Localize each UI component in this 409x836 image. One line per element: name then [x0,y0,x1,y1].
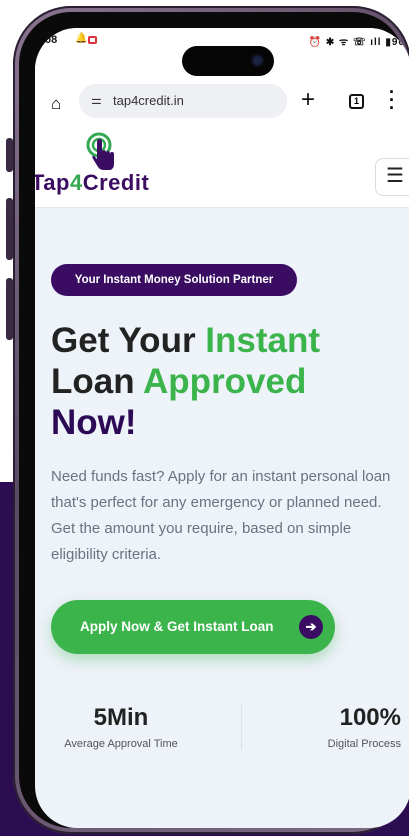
screen-record-icon [88,36,97,44]
site-header: Tap4Credit ☰ [35,128,409,208]
home-icon[interactable]: ⌂ [51,94,61,114]
site-settings-icon[interactable]: ⚌ [91,93,102,107]
tagline-badge: Your Instant Money Solution Partner [51,264,297,296]
camera-icon [253,56,262,65]
site-logo[interactable]: Tap4Credit [35,170,149,196]
phone-frame: 08 🔔 ⏰ ✱ ᯤ ☏ ıll ▮96 ⌂ ⚌ tap4credit.in +… [13,6,409,834]
hero-description: Need funds fast? Apply for an instant pe… [51,468,391,563]
dynamic-island [182,46,274,76]
stat-value: 5Min [93,704,149,731]
stat-digital-process: 100% Digital Process [281,704,401,750]
more-menu-icon[interactable]: · · · [389,83,395,117]
stat-value: 100% [339,704,401,731]
headline-highlight: Instant [205,321,321,360]
stat-caption: Digital Process [327,738,401,750]
hamburger-icon: ☰ [386,165,404,187]
headline-text: Get Your [51,321,206,360]
headline-text-now: Now! [51,403,137,442]
bell-icon: 🔔 [75,33,88,44]
logo-text-tap: Tap [35,170,70,195]
hamburger-menu-button[interactable]: ☰ [375,158,409,196]
phone-volume-down-button [6,278,13,340]
status-time: 08 [45,34,58,46]
stat-divider [241,704,242,750]
apply-now-label: Apply Now & Get Instant Loan [80,619,274,634]
phone-action-button [6,138,13,172]
headline-highlight: Approved [143,362,307,401]
phone-volume-up-button [6,198,13,260]
logo-text-credit: Credit [82,170,150,195]
address-bar[interactable]: ⚌ tap4credit.in [79,84,287,118]
hero-headline: Get Your Instant Loan Approved Now! [51,320,401,443]
status-icons: ⏰ ✱ ᯤ ☏ ıll ▮96 [308,37,405,48]
phone-screen: 08 🔔 ⏰ ✱ ᯤ ☏ ıll ▮96 ⌂ ⚌ tap4credit.in +… [35,28,409,828]
stat-approval-time: 5Min Average Approval Time [51,704,191,750]
logo-text-4: 4 [69,170,83,195]
browser-toolbar: ⌂ ⚌ tap4credit.in + 1 · · · [35,72,409,128]
url-text: tap4credit.in [113,93,184,108]
tab-switcher-button[interactable]: 1 [349,94,364,109]
headline-text: Loan [51,362,144,401]
arrow-right-icon: ➔ [299,615,323,639]
stat-caption: Average Approval Time [64,738,178,750]
apply-now-button[interactable]: Apply Now & Get Instant Loan ➔ [51,600,335,654]
tap-hand-icon [86,132,114,170]
new-tab-plus-icon[interactable]: + [301,86,315,114]
